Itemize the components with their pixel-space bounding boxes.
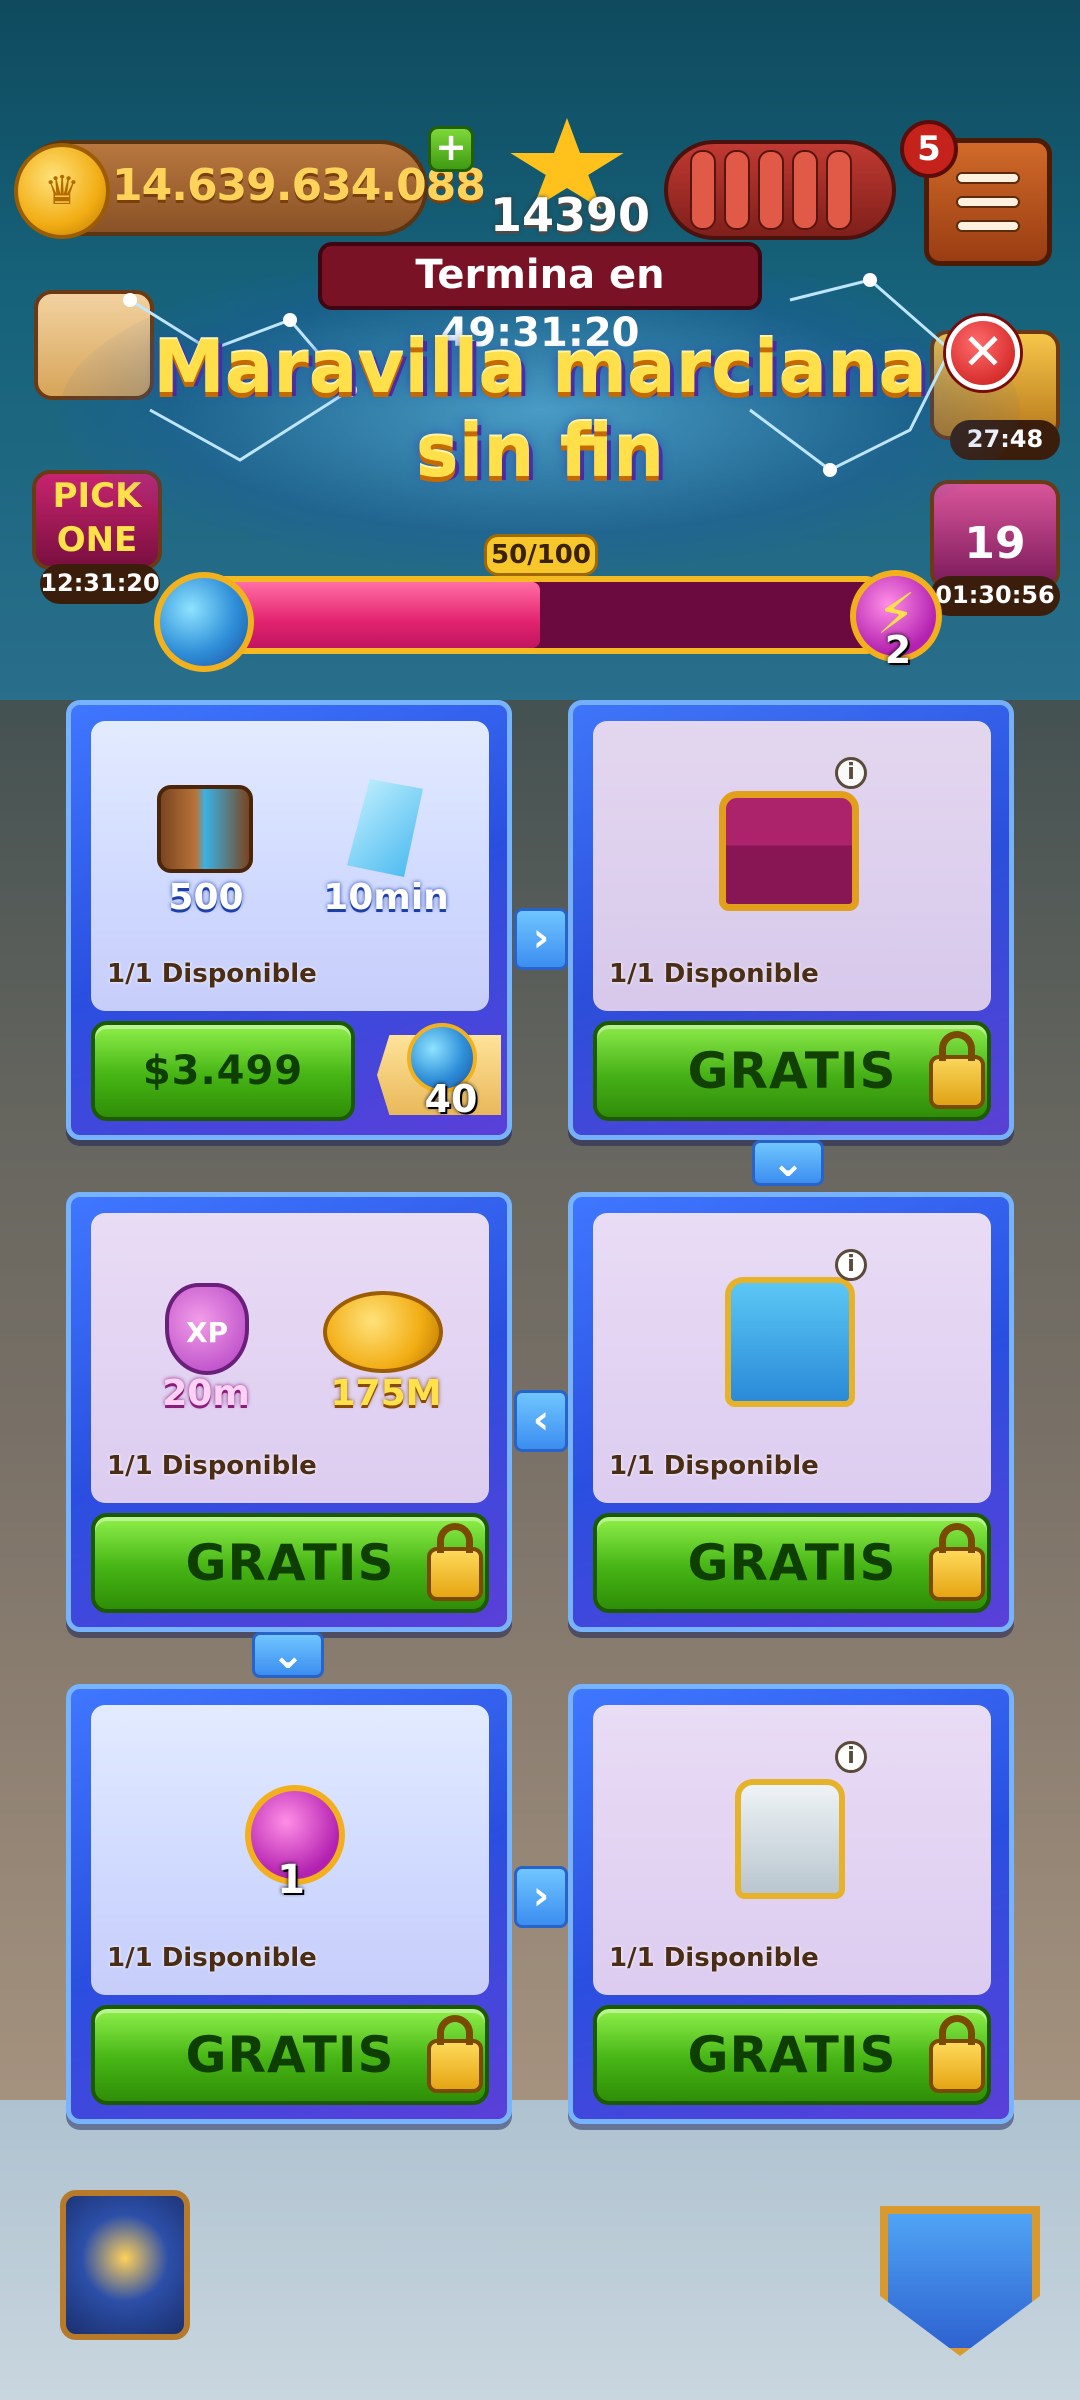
offer-2-availability: 1/1 Disponible: [609, 959, 819, 989]
shield-icon: [690, 150, 716, 230]
arrow-down-icon: ⌄: [252, 1632, 324, 1678]
shield-icon: [758, 150, 784, 230]
coin-reward-amount: 175M: [330, 1373, 442, 1414]
offer-5-availability: 1/1 Disponible: [107, 1943, 317, 1973]
lock-shackle: [437, 2015, 473, 2045]
buy-offer-button[interactable]: $3.499: [91, 1021, 355, 1121]
menu-icon: [956, 172, 1020, 184]
energy-canisters-icon: [157, 785, 253, 873]
offer-3-availability: 1/1 Disponible: [107, 1451, 317, 1481]
free-offer-label-2: GRATIS: [687, 1042, 897, 1100]
lock-shackle: [939, 1523, 975, 1553]
free-offer-label-4: GRATIS: [687, 1534, 897, 1592]
free-offer-label-3: GRATIS: [185, 1534, 395, 1592]
coin-icon: ♛: [14, 143, 110, 239]
event-title-line2: sin fin: [415, 409, 665, 493]
shield-icon: [792, 150, 818, 230]
event-title-line1: Maravilla marciana: [153, 325, 927, 409]
planet-album-icon[interactable]: [60, 2190, 190, 2340]
offer-card-2: i 1/1 Disponible GRATIS: [568, 700, 1014, 1140]
arrow-right-icon: ›: [514, 1866, 568, 1928]
bonus-amount: 40: [424, 1077, 478, 1121]
menu-icon-line: [956, 196, 1020, 208]
magenta-chest-icon: [719, 791, 859, 911]
bolt-token-amount: 1: [277, 1857, 305, 1903]
xp-potion-icon: XP: [165, 1283, 249, 1375]
xp-boost-duration: 20m: [162, 1373, 250, 1414]
star-count: 14390: [490, 188, 651, 242]
shield-icon: [724, 150, 750, 230]
lock-icon: [427, 2039, 483, 2093]
info-icon[interactable]: i: [835, 757, 867, 789]
menu-icon-line: [956, 220, 1020, 232]
village-shield-icon[interactable]: [880, 2206, 1040, 2356]
arrow-right-icon: ›: [514, 908, 568, 970]
arrow-down-icon: ⌄: [752, 1140, 824, 1186]
menu-notification-badge: 5: [900, 120, 958, 178]
lock-icon: [929, 2039, 985, 2093]
lock-icon: [929, 1547, 985, 1601]
silver-chest-icon: [735, 1779, 845, 1899]
balloon-event-timer: 01:30:56: [930, 576, 1060, 616]
xp-label: XP: [185, 1316, 229, 1349]
event-title: Maravilla marciana sin fin: [120, 325, 960, 493]
free-offer-label-6: GRATIS: [687, 2026, 897, 2084]
planet-icon: [154, 572, 254, 672]
pick-one-timer: 12:31:20: [40, 564, 160, 604]
arrow-left-icon: ‹: [514, 1390, 568, 1452]
shield-icon: [826, 150, 852, 230]
lock-icon: [929, 1055, 985, 1109]
offer-card-1: 500 10min 1/1 Disponible $3.499 40: [66, 700, 512, 1140]
offer-6-availability: 1/1 Disponible: [609, 1943, 819, 1973]
info-icon[interactable]: i: [835, 1249, 867, 1281]
balloon-event-level: 19: [964, 518, 1026, 569]
blue-chest-icon: [725, 1277, 855, 1407]
crystal-duration: 10min: [323, 877, 449, 918]
add-coins-button[interactable]: +: [428, 126, 474, 172]
buy-offer-price: $3.499: [142, 1048, 304, 1094]
info-icon[interactable]: i: [835, 1741, 867, 1773]
lock-shackle: [939, 1031, 975, 1061]
offer-card-3: XP 20m 175M 1/1 Disponible GRATIS: [66, 1192, 512, 1632]
lock-icon: [427, 1547, 483, 1601]
offer-card-5: 1 1/1 Disponible GRATIS: [66, 1684, 512, 2124]
lock-shackle: [437, 1523, 473, 1553]
offer-card-6: i 1/1 Disponible GRATIS: [568, 1684, 1014, 2124]
free-offer-label-5: GRATIS: [185, 2026, 395, 2084]
offer-1-availability: 1/1 Disponible: [107, 959, 317, 989]
coin-stack-icon: [323, 1291, 443, 1373]
progress-label: 50/100: [484, 534, 598, 576]
lock-shackle: [939, 2015, 975, 2045]
progress-bar: [200, 576, 880, 654]
bolt-reward-count: 2: [884, 628, 912, 672]
offer-card-4: i 1/1 Disponible GRATIS: [568, 1192, 1014, 1632]
canisters-amount: 500: [168, 877, 244, 918]
close-button[interactable]: ✕: [946, 316, 1020, 390]
event-timer-banner: Termina en 49:31:20: [318, 242, 762, 356]
coin-balance: 14.639.634.088: [112, 160, 486, 211]
progress-fill: [206, 582, 540, 648]
offer-4-availability: 1/1 Disponible: [609, 1451, 819, 1481]
